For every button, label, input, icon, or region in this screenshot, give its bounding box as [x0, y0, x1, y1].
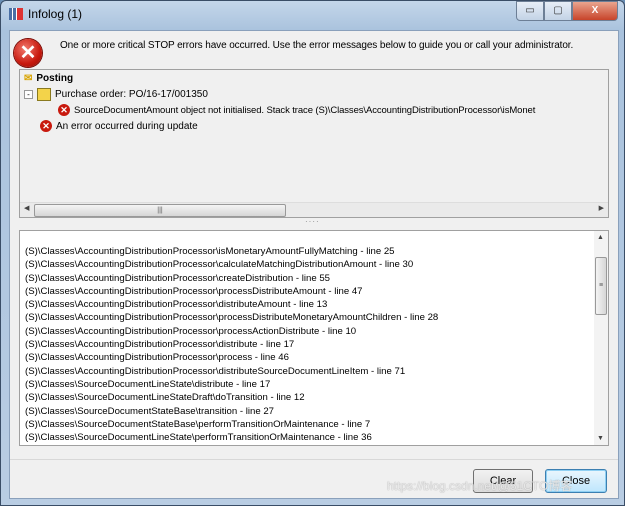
scroll-down-icon[interactable]: ▼ — [597, 435, 604, 442]
collapse-icon[interactable]: - — [24, 90, 33, 99]
stack-trace-line: (S)\Classes\AccountingDistributionProces… — [25, 299, 328, 311]
stack-trace-line: (S)\Classes\SourceDocumentLineStateDraft… — [25, 392, 305, 404]
title-bar: Infolog (1) — [9, 7, 82, 21]
scroll-left-icon[interactable]: ◀ — [24, 204, 29, 212]
error-stop-icon: ✕ — [14, 39, 42, 67]
stack-trace-line: (S)\Classes\AccountingDistributionProces… — [25, 272, 330, 284]
stack-trace-line: (S)\Classes\SourceDocumentLineState\dist… — [25, 378, 271, 390]
stack-trace-line: (S)\Classes\AccountingDistributionProces… — [25, 246, 395, 257]
dialog-body: ✕ One or more critical STOP errors have … — [9, 30, 619, 499]
maximize-button[interactable]: ▢ — [544, 1, 572, 21]
splitter-handle[interactable]: ···· — [305, 217, 320, 226]
message-tree[interactable]: ✉ Posting - Purchase order: PO/16-17/001… — [19, 69, 609, 218]
stack-trace-panel[interactable]: (S)\Classes\AccountingDistributionProces… — [19, 230, 609, 446]
scroll-up-icon[interactable]: ▲ — [597, 234, 604, 241]
window-title: Infolog (1) — [28, 7, 83, 21]
tree-node-purchase-order[interactable]: - Purchase order: PO/16-17/001350 — [24, 88, 208, 101]
error-icon: ✕ — [40, 120, 52, 132]
tree-node-error[interactable]: ✕ SourceDocumentAmount object not initia… — [58, 104, 535, 116]
close-window-button[interactable]: X — [572, 1, 618, 21]
error-icon: ✕ — [58, 104, 70, 116]
vertical-scrollbar[interactable]: ▲ ≡ ▼ — [594, 231, 608, 445]
document-icon — [37, 88, 51, 101]
stack-trace-line: (S)\Classes\AccountingDistributionProces… — [25, 285, 363, 297]
stack-trace-line: (S)\Classes\SourceDocumentStateBase\perf… — [25, 418, 371, 430]
stack-trace-line: (S)\Classes\SourceDocumentStateBase\tran… — [25, 405, 275, 417]
tree-node-posting[interactable]: ✉ Posting — [24, 73, 73, 84]
stack-trace-line: (S)\Classes\AccountingDistributionProces… — [25, 365, 406, 377]
scrollbar-thumb[interactable]: ≡ — [595, 257, 607, 315]
watermark: https://blog.csdn.net/@51CTO博客 — [387, 479, 573, 493]
scroll-right-icon[interactable]: ▶ — [599, 204, 604, 212]
divider — [10, 459, 618, 460]
app-icon — [9, 8, 23, 20]
minimize-button[interactable]: ▭ — [516, 1, 544, 21]
stack-trace-line: (S)\Classes\SourceDocumentLineState\perf… — [25, 432, 372, 444]
stack-trace-line: (S)\Classes\AccountingDistributionProces… — [25, 312, 439, 324]
stack-trace-line: (S)\Classes\AccountingDistributionProces… — [25, 325, 357, 337]
envelope-icon: ✉ — [24, 73, 33, 84]
error-message: One or more critical STOP errors have oc… — [60, 40, 574, 51]
horizontal-scrollbar[interactable]: ◀ ||| ▶ — [20, 202, 608, 217]
stack-trace-line: (S)\Classes\AccountingDistributionProces… — [25, 339, 295, 351]
infolog-window: Infolog (1) ▭ ▢ X ✕ One or more critical… — [0, 0, 625, 506]
stack-trace-line: (S)\Classes\AccountingDistributionProces… — [25, 259, 414, 271]
stack-trace-line: (S)\Classes\AccountingDistributionProces… — [25, 352, 289, 364]
tree-node-update-error[interactable]: ✕ An error occurred during update — [40, 120, 198, 132]
scrollbar-thumb[interactable]: ||| — [34, 204, 286, 217]
